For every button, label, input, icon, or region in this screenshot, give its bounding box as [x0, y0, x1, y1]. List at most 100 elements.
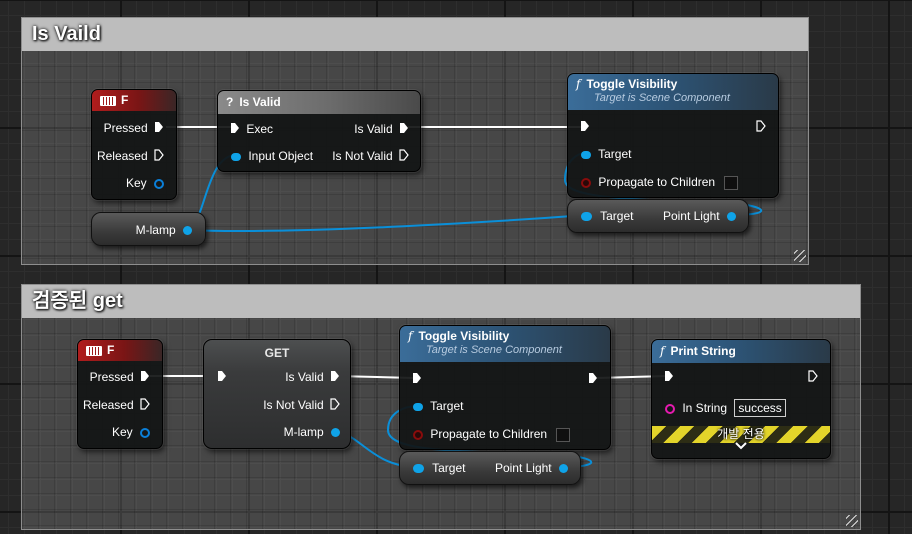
target-pin[interactable]: Target: [581, 209, 633, 223]
toggle-visibility-node[interactable]: f Toggle Visibility Target is Scene Compo…: [399, 325, 611, 450]
is-not-valid-pin[interactable]: Is Not Valid: [332, 149, 409, 164]
propagate-checkbox[interactable]: [556, 427, 571, 442]
target-pin[interactable]: Target: [413, 399, 463, 413]
propagate-checkbox[interactable]: [724, 175, 739, 190]
object-pin-icon[interactable]: [727, 212, 736, 222]
exec-pin-icon[interactable]: [412, 372, 422, 387]
resize-grip-icon[interactable]: [846, 515, 858, 527]
exec-pin-icon[interactable]: [217, 371, 227, 385]
node-header: F: [78, 340, 162, 361]
pressed-pin[interactable]: Pressed: [90, 370, 150, 385]
object-pin-icon[interactable]: [581, 212, 592, 222]
toggle-visibility-node[interactable]: f Toggle Visibility Target is Scene Compo…: [567, 73, 779, 198]
object-pin-icon[interactable]: [413, 464, 424, 474]
pin-label: Propagate to Children: [430, 427, 548, 441]
exec-pin-icon[interactable]: [154, 121, 164, 136]
released-pin[interactable]: Released: [97, 149, 164, 164]
exec-pin-icon[interactable]: [230, 122, 240, 137]
target-pin[interactable]: Target: [581, 147, 631, 161]
exec-pin-icon[interactable]: [808, 370, 818, 385]
exec-pin-icon[interactable]: [399, 122, 409, 137]
in-string-value[interactable]: success: [734, 399, 786, 417]
exec-pin-icon[interactable]: [330, 370, 340, 385]
variable-node-m-lamp[interactable]: M-lamp: [91, 212, 206, 246]
comment-title[interactable]: 검증된 get: [22, 285, 860, 318]
pin-label: Propagate to Children: [598, 175, 716, 189]
object-pin-icon[interactable]: [413, 402, 423, 411]
exec-pin-icon[interactable]: [664, 370, 674, 385]
pin-label: Released: [96, 149, 148, 163]
chevron-down-icon[interactable]: [652, 442, 830, 453]
released-pin[interactable]: Released: [83, 398, 150, 413]
point-light-getter-node[interactable]: Target Point Light: [399, 451, 581, 485]
exec-input-pin[interactable]: [664, 370, 674, 385]
resize-grip-icon[interactable]: [794, 250, 806, 262]
comment-title[interactable]: Is Vaild: [22, 18, 808, 51]
exec-pin-icon[interactable]: [140, 370, 150, 385]
node-title: Toggle Visibility: [586, 77, 678, 91]
object-pin-icon[interactable]: [581, 150, 591, 159]
pin-label: Exec: [246, 122, 274, 136]
exec-pin-icon[interactable]: [140, 398, 150, 413]
object-pin-icon[interactable]: [183, 226, 192, 236]
keyboard-icon: [86, 345, 102, 356]
development-only-banner: 개발 전용: [652, 426, 830, 443]
pressed-pin[interactable]: Pressed: [104, 121, 164, 136]
exec-pin-icon[interactable]: [588, 372, 598, 387]
exec-pin-icon[interactable]: [399, 149, 409, 164]
node-title: F: [107, 343, 115, 357]
pin-label: Pressed: [89, 370, 134, 384]
m-lamp-pin[interactable]: M-lamp: [284, 425, 340, 439]
is-valid-pin[interactable]: Is Valid: [354, 122, 409, 137]
object-pin-icon[interactable]: [231, 152, 241, 161]
node-header: f Print String: [652, 340, 830, 363]
in-string-pin[interactable]: In String success: [665, 399, 786, 417]
development-only-label: 개발 전용: [717, 427, 765, 441]
point-light-pin[interactable]: Point Light: [663, 209, 736, 223]
struct-pin-icon[interactable]: [154, 178, 164, 189]
bool-pin-icon[interactable]: [413, 429, 423, 440]
validated-get-node[interactable]: GET Is Valid Is Not Valid M-lamp: [203, 339, 351, 449]
propagate-pin[interactable]: Propagate to Children: [413, 427, 571, 442]
node-title: Is Valid: [239, 95, 281, 109]
key-pin[interactable]: Key: [112, 425, 150, 439]
object-pin-icon[interactable]: [331, 428, 340, 438]
pin-label: Is Valid: [285, 370, 324, 384]
node-header: f Toggle Visibility Target is Scene Compo…: [400, 326, 610, 362]
is-valid-node[interactable]: ? Is Valid Exec Input Object Is Valid Is …: [217, 90, 421, 172]
exec-output-pin[interactable]: [588, 372, 598, 387]
pin-label: Point Light: [662, 209, 720, 223]
propagate-pin[interactable]: Propagate to Children: [581, 175, 739, 190]
key-pin[interactable]: Key: [126, 176, 164, 190]
exec-input-pin[interactable]: Exec: [230, 122, 273, 137]
object-pin-icon[interactable]: [559, 464, 568, 474]
exec-input-pin[interactable]: [412, 372, 422, 387]
string-pin-icon[interactable]: [665, 403, 675, 414]
function-icon: f: [408, 329, 413, 343]
print-string-node[interactable]: f Print String In String success 개발 전용: [651, 339, 831, 459]
event-node-f[interactable]: F Pressed Released Key: [91, 89, 177, 200]
event-node-f[interactable]: F Pressed Released Key: [77, 339, 163, 449]
exec-output-pin[interactable]: [808, 370, 818, 385]
function-icon: f: [576, 77, 581, 91]
pin-label: Target: [430, 399, 464, 413]
struct-pin-icon[interactable]: [140, 427, 150, 438]
point-light-pin[interactable]: Point Light: [495, 461, 568, 475]
exec-pin-icon[interactable]: [154, 149, 164, 164]
exec-pin-icon[interactable]: [580, 120, 590, 135]
bool-pin-icon[interactable]: [581, 177, 591, 188]
is-valid-pin[interactable]: Is Valid: [285, 370, 340, 385]
exec-pin-icon[interactable]: [330, 398, 340, 413]
exec-input-pin[interactable]: [217, 370, 227, 385]
target-pin[interactable]: Target: [413, 461, 465, 475]
point-light-getter-node[interactable]: Target Point Light: [567, 199, 749, 233]
node-title: F: [121, 93, 129, 107]
exec-pin-icon[interactable]: [756, 120, 766, 135]
exec-input-pin[interactable]: [580, 120, 590, 135]
m-lamp-pin[interactable]: M-lamp: [136, 223, 192, 237]
is-not-valid-pin[interactable]: Is Not Valid: [263, 398, 340, 413]
node-header: ? Is Valid: [218, 91, 420, 114]
exec-output-pin[interactable]: [756, 120, 766, 135]
input-object-pin[interactable]: Input Object: [231, 149, 313, 163]
pin-label: In String: [682, 401, 728, 415]
